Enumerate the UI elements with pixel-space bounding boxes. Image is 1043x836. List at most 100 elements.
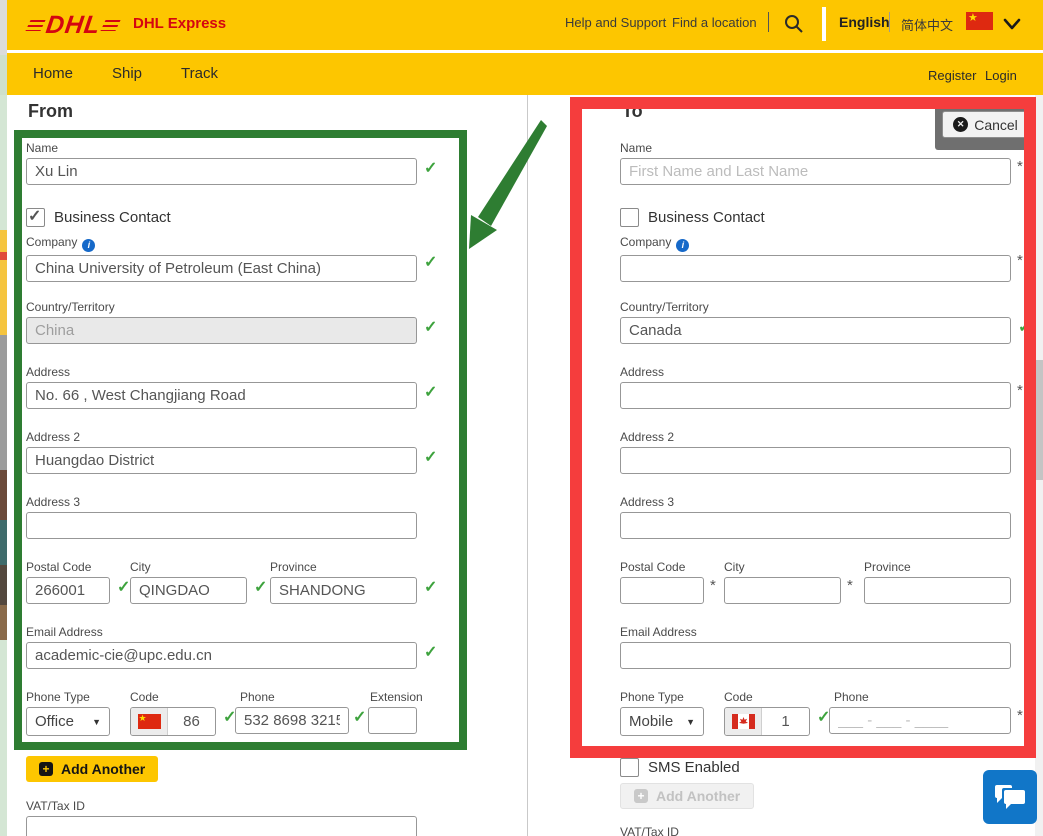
from-name-input[interactable] bbox=[26, 158, 417, 185]
to-address2-input[interactable] bbox=[620, 447, 1011, 474]
from-business-contact-checkbox[interactable]: ✓ Business Contact bbox=[26, 208, 171, 227]
to-title: To bbox=[622, 101, 643, 122]
from-address2-input[interactable] bbox=[26, 447, 417, 474]
valid-check-icon: ✓ bbox=[424, 447, 437, 467]
to-code-input[interactable] bbox=[762, 712, 809, 731]
field-label: Address 2 bbox=[620, 430, 1011, 444]
field-label: Address 2 bbox=[26, 430, 417, 444]
to-sms-enabled-checkbox[interactable]: ✓ SMS Enabled bbox=[620, 758, 740, 777]
plus-icon: + bbox=[634, 789, 648, 803]
from-extension-input[interactable] bbox=[368, 707, 417, 734]
find-a-location-link[interactable]: Find a location bbox=[672, 15, 757, 30]
valid-check-icon: ✓ bbox=[353, 707, 366, 727]
nav-home[interactable]: Home bbox=[33, 65, 73, 82]
field-label: Email Address bbox=[26, 625, 417, 639]
plus-icon: + bbox=[39, 762, 53, 776]
from-phone-input[interactable] bbox=[235, 707, 349, 734]
to-address3-field: Address 3 bbox=[620, 495, 1011, 539]
from-company-input[interactable] bbox=[26, 255, 417, 282]
valid-check-icon: ✓ bbox=[424, 642, 437, 662]
to-name-input[interactable] bbox=[620, 158, 1011, 185]
field-label: Province bbox=[864, 560, 1011, 574]
from-postal-input[interactable] bbox=[26, 577, 110, 604]
required-asterisk: * bbox=[1017, 382, 1023, 399]
from-company-field: Companyi ✓ bbox=[26, 235, 417, 282]
from-code-input-group: ★ bbox=[130, 707, 216, 736]
cancel-button[interactable]: ✕ Cancel bbox=[942, 111, 1029, 138]
separator bbox=[768, 12, 769, 32]
field-label: Phone Type bbox=[26, 690, 110, 704]
from-address-input[interactable] bbox=[26, 382, 417, 409]
to-city-input[interactable] bbox=[724, 577, 841, 604]
from-country-field: Country/Territory ✓ bbox=[26, 300, 417, 344]
to-country-field: Country/Territory ✓ bbox=[620, 300, 1011, 344]
required-asterisk: * bbox=[847, 577, 853, 594]
dropdown-arrow-icon: ▼ bbox=[92, 717, 101, 727]
register-link[interactable]: Register bbox=[928, 68, 976, 83]
language-chinese[interactable]: 简体中文 bbox=[901, 15, 953, 34]
field-label: Code bbox=[130, 690, 216, 704]
field-label: Phone Type bbox=[620, 690, 704, 704]
checkbox[interactable]: ✓ bbox=[26, 208, 45, 227]
from-province-input[interactable] bbox=[270, 577, 417, 604]
field-label: Email Address bbox=[620, 625, 1011, 639]
from-address-field: Address ✓ bbox=[26, 365, 417, 409]
to-phone-type-select[interactable]: Mobile ▼ bbox=[620, 707, 704, 736]
info-icon[interactable]: i bbox=[676, 239, 689, 252]
from-title: From bbox=[28, 101, 73, 122]
nav-ship[interactable]: Ship bbox=[112, 65, 142, 82]
to-phone-input[interactable] bbox=[829, 707, 1011, 734]
field-label: Extension bbox=[370, 690, 417, 704]
from-address2-field: Address 2 ✓ bbox=[26, 430, 417, 474]
chevron-down-icon[interactable] bbox=[1003, 17, 1021, 31]
checkbox-label: Business Contact bbox=[54, 209, 171, 226]
info-icon[interactable]: i bbox=[82, 239, 95, 252]
field-label: Phone bbox=[834, 690, 1011, 704]
field-label: Phone bbox=[240, 690, 349, 704]
from-code-input[interactable] bbox=[168, 712, 215, 731]
top-header-bar: DHL DHL Express Help and Support Find a … bbox=[0, 0, 1043, 50]
to-address-input[interactable] bbox=[620, 382, 1011, 409]
language-english[interactable]: English bbox=[839, 14, 890, 30]
from-vat-input[interactable] bbox=[26, 816, 417, 836]
to-province-input[interactable] bbox=[864, 577, 1011, 604]
valid-check-icon: ✓ bbox=[424, 158, 437, 178]
to-email-input[interactable] bbox=[620, 642, 1011, 669]
to-phone-field: Phone * bbox=[829, 690, 1011, 734]
from-extension-field: Extension bbox=[368, 690, 417, 734]
field-label: City bbox=[724, 560, 841, 574]
field-label: Postal Code bbox=[620, 560, 704, 574]
valid-check-icon: ✓ bbox=[117, 577, 130, 597]
checkbox[interactable]: ✓ bbox=[620, 208, 639, 227]
field-label: VAT/Tax ID bbox=[620, 825, 1011, 836]
from-add-another-button[interactable]: + Add Another bbox=[26, 756, 158, 782]
from-column: From Name ✓ ✓ Business Contact Companyi … bbox=[26, 95, 417, 836]
nav-track[interactable]: Track bbox=[181, 65, 218, 82]
to-country-input[interactable] bbox=[620, 317, 1011, 344]
login-link[interactable]: Login bbox=[985, 68, 1017, 83]
scrollbar-track[interactable] bbox=[1035, 95, 1043, 836]
from-address3-input[interactable] bbox=[26, 512, 417, 539]
dhl-logo[interactable]: DHL bbox=[28, 13, 118, 38]
to-postal-input[interactable] bbox=[620, 577, 704, 604]
chat-widget-button[interactable] bbox=[983, 770, 1037, 824]
from-address3-field: Address 3 bbox=[26, 495, 417, 539]
field-label: VAT/Tax ID bbox=[26, 799, 417, 813]
to-province-field: Province bbox=[864, 560, 1011, 604]
required-asterisk: * bbox=[1017, 707, 1023, 724]
to-business-contact-checkbox[interactable]: ✓ Business Contact bbox=[620, 208, 765, 227]
scrollbar-thumb[interactable] bbox=[1035, 360, 1043, 480]
to-address3-input[interactable] bbox=[620, 512, 1011, 539]
search-icon[interactable] bbox=[783, 13, 805, 35]
help-and-support-link[interactable]: Help and Support bbox=[565, 15, 666, 30]
from-email-input[interactable] bbox=[26, 642, 417, 669]
selected-option: Office bbox=[35, 713, 74, 730]
from-city-field: City ✓ bbox=[130, 560, 247, 604]
logo-speedlines-left bbox=[25, 20, 45, 31]
china-flag-icon[interactable]: ★ bbox=[966, 12, 993, 30]
from-phone-type-select[interactable]: Office ▼ bbox=[26, 707, 110, 736]
field-label: Address bbox=[620, 365, 1011, 379]
to-company-input[interactable] bbox=[620, 255, 1011, 282]
from-city-input[interactable] bbox=[130, 577, 247, 604]
checkbox[interactable]: ✓ bbox=[620, 758, 639, 777]
